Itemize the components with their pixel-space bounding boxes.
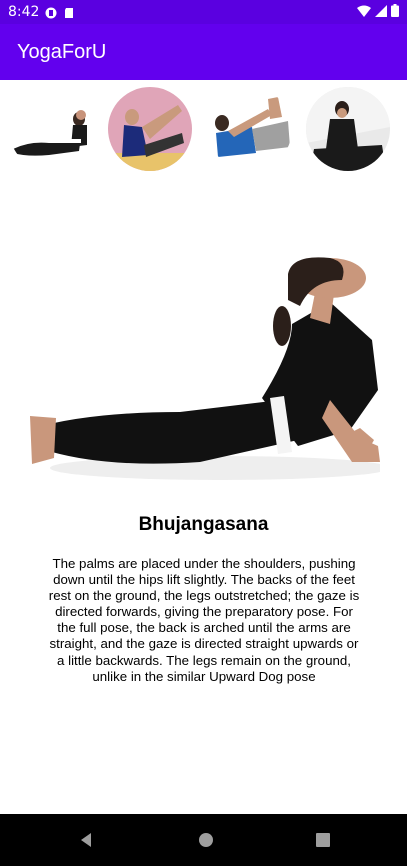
battery-icon	[391, 4, 399, 20]
status-bar: 8:42	[0, 0, 407, 24]
app-bar: YogaForU	[0, 24, 407, 80]
pose-thumbnail-2[interactable]	[108, 87, 192, 171]
wifi-icon	[357, 4, 371, 20]
pose-thumbnail-1[interactable]	[9, 87, 93, 171]
pose-hero-image	[30, 240, 380, 500]
pose-thumb-3-icon	[208, 87, 292, 171]
app-title: YogaForU	[17, 40, 107, 63]
status-time: 8:42	[8, 4, 40, 20]
cobra-pose-illustration	[30, 240, 380, 500]
pose-description: The palms are placed under the shoulders…	[48, 556, 360, 684]
status-right	[357, 4, 399, 20]
back-icon[interactable]	[76, 830, 96, 850]
pose-thumbnail-row	[0, 86, 407, 174]
app-notification-icon	[45, 6, 57, 19]
cell-signal-icon	[375, 4, 387, 20]
system-nav-bar	[0, 814, 407, 866]
pose-title: Bhujangasana	[138, 514, 269, 535]
pose-thumb-2-icon	[108, 87, 192, 171]
home-icon[interactable]	[196, 830, 216, 850]
sd-card-icon	[63, 6, 75, 18]
recents-icon[interactable]	[313, 830, 333, 850]
pose-thumb-1-icon	[9, 87, 93, 171]
pose-thumb-4-icon	[306, 87, 390, 171]
status-left: 8:42	[8, 4, 75, 20]
pose-thumbnail-3[interactable]	[208, 87, 292, 171]
pose-thumbnail-4[interactable]	[306, 87, 390, 171]
